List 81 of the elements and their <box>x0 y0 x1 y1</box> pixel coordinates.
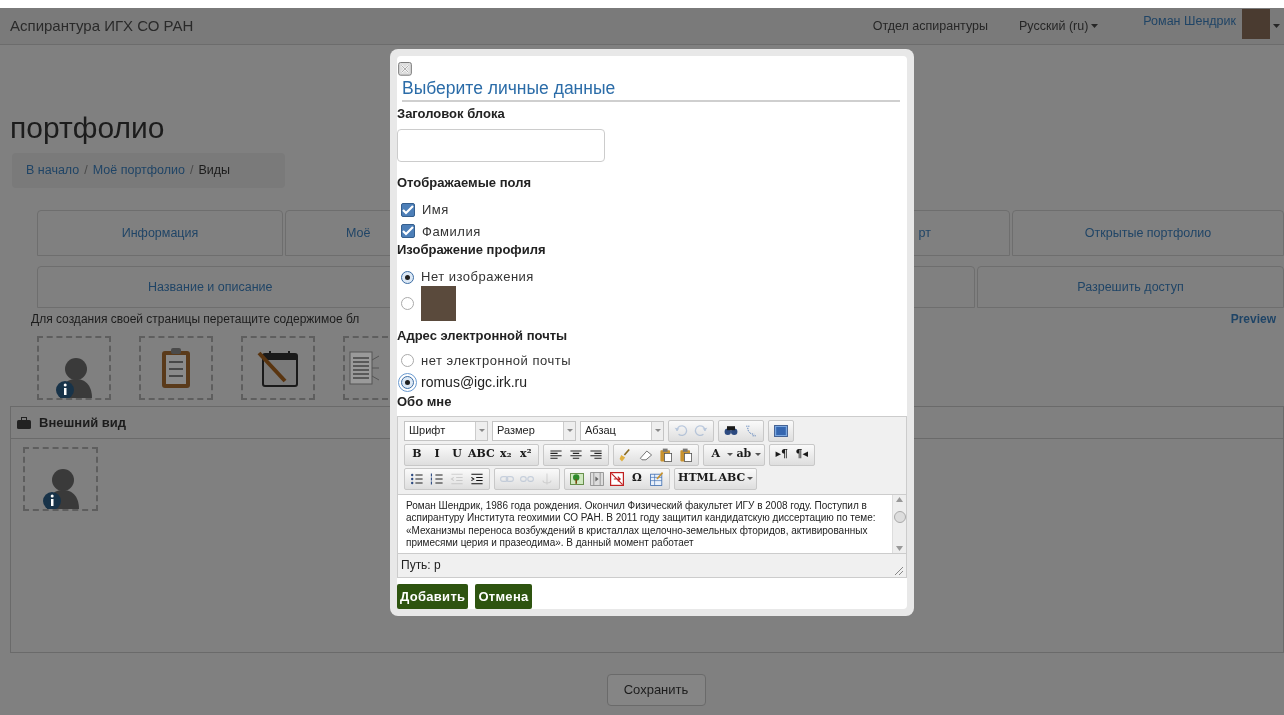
film-icon <box>589 470 605 487</box>
option-label: Имя <box>422 201 449 219</box>
calendar-pencil-icon <box>257 348 299 388</box>
table-block[interactable] <box>343 336 388 400</box>
clipboard-icon <box>657 446 674 463</box>
scrollbar-thumb[interactable] <box>893 510 906 523</box>
caret-icon <box>566 429 573 433</box>
dialog-button[interactable]: Отмена <box>475 584 532 609</box>
redo-icon <box>693 422 709 439</box>
undo-icon <box>673 422 689 439</box>
caret-icon <box>726 453 733 457</box>
option-label: Фамилия <box>422 222 481 241</box>
clipboard-icon <box>161 347 191 389</box>
breadcrumb-separator: / <box>190 162 194 180</box>
calendar-block[interactable] <box>241 336 315 400</box>
toolbar-button[interactable]: ABC <box>467 444 496 465</box>
table-pencil-icon <box>649 470 665 487</box>
caret-icon <box>754 453 761 457</box>
profile-block[interactable] <box>37 336 111 400</box>
window-icon <box>773 422 789 439</box>
breadcrumb-separator: / <box>84 162 88 180</box>
arrow-up-icon <box>896 496 903 502</box>
arrow-down-icon <box>896 545 903 551</box>
block-title-input[interactable] <box>397 128 605 162</box>
editor-path-text: Путь: p <box>401 557 441 575</box>
toolbar-button[interactable]: I <box>427 444 447 465</box>
caret-icon <box>1273 24 1280 28</box>
field-label: Изображение профиля <box>397 242 547 259</box>
option-label: romus@igc.irk.ru <box>421 373 527 393</box>
toolbar-button[interactable]: x² <box>515 444 536 465</box>
toolbar-button[interactable]: B <box>407 444 427 465</box>
dialog-title: Выберите личные данные <box>402 76 900 102</box>
checkbox[interactable] <box>401 202 415 217</box>
field-label: Заголовок блока <box>397 105 506 122</box>
profile-block[interactable] <box>23 447 98 511</box>
checklist-block[interactable] <box>139 336 213 400</box>
briefcase-icon <box>17 416 31 429</box>
caret-icon <box>478 429 485 433</box>
scrollbar[interactable] <box>892 494 906 553</box>
checkbox[interactable] <box>401 224 415 239</box>
option-label: нет электронной почты <box>421 352 571 371</box>
radio-button[interactable] <box>401 354 414 368</box>
caret-icon <box>1091 24 1099 28</box>
section-title: Внешний вид <box>39 413 126 432</box>
toolbar-button[interactable]: Ω <box>627 468 647 489</box>
page-title: портфолио <box>10 111 165 145</box>
caret-icon <box>654 429 661 433</box>
save-button[interactable]: Сохранить <box>606 674 706 706</box>
toolbar-button[interactable]: ab <box>733 444 754 465</box>
table-icon <box>349 350 379 386</box>
check-icon <box>402 204 414 215</box>
dialog-button[interactable]: Добавить <box>397 584 469 609</box>
select-dropdown[interactable]: Абзац <box>580 420 664 441</box>
field-label: Адрес электронной почты <box>397 328 569 345</box>
language-menu[interactable]: Русский (ru) <box>1019 16 1099 36</box>
tree-image-icon <box>569 470 585 487</box>
toolbar-button[interactable]: U <box>447 444 467 465</box>
field-label: Отображаемые поля <box>397 174 532 191</box>
clipboard-icon <box>677 446 694 463</box>
toolbar-button[interactable]: A <box>705 444 726 465</box>
toolbar-button[interactable]: ▸¶ <box>771 444 792 465</box>
select-dropdown[interactable]: Шрифт <box>404 420 488 441</box>
select-dropdown[interactable]: Размер <box>492 420 576 441</box>
radio-button[interactable] <box>401 297 414 311</box>
numbered-list-icon <box>429 470 445 487</box>
avatar-photo-placeholder <box>1242 8 1270 39</box>
radio-button[interactable] <box>401 376 414 390</box>
radio-button[interactable] <box>401 270 414 284</box>
breadcrumb-link[interactable]: Виды <box>198 161 231 180</box>
toolbar-button[interactable]: x₂ <box>495 444 516 465</box>
instructions-text: Для создания своей страницы перетащите содержимое бл <box>31 311 360 328</box>
page-break-icon <box>609 470 625 487</box>
check-icon <box>402 226 414 237</box>
profile-photo-placeholder <box>421 286 456 322</box>
toolbar-button[interactable]: ¶◂ <box>791 444 812 465</box>
caret-icon <box>747 477 754 481</box>
nav-link[interactable]: Отдел аспирантуры <box>872 16 989 36</box>
toolbar-button[interactable]: HTML <box>677 468 718 489</box>
toolbar-button[interactable]: ABC <box>717 468 747 489</box>
resize-grip-icon <box>894 566 904 576</box>
field-label: Обо мне <box>397 393 453 410</box>
